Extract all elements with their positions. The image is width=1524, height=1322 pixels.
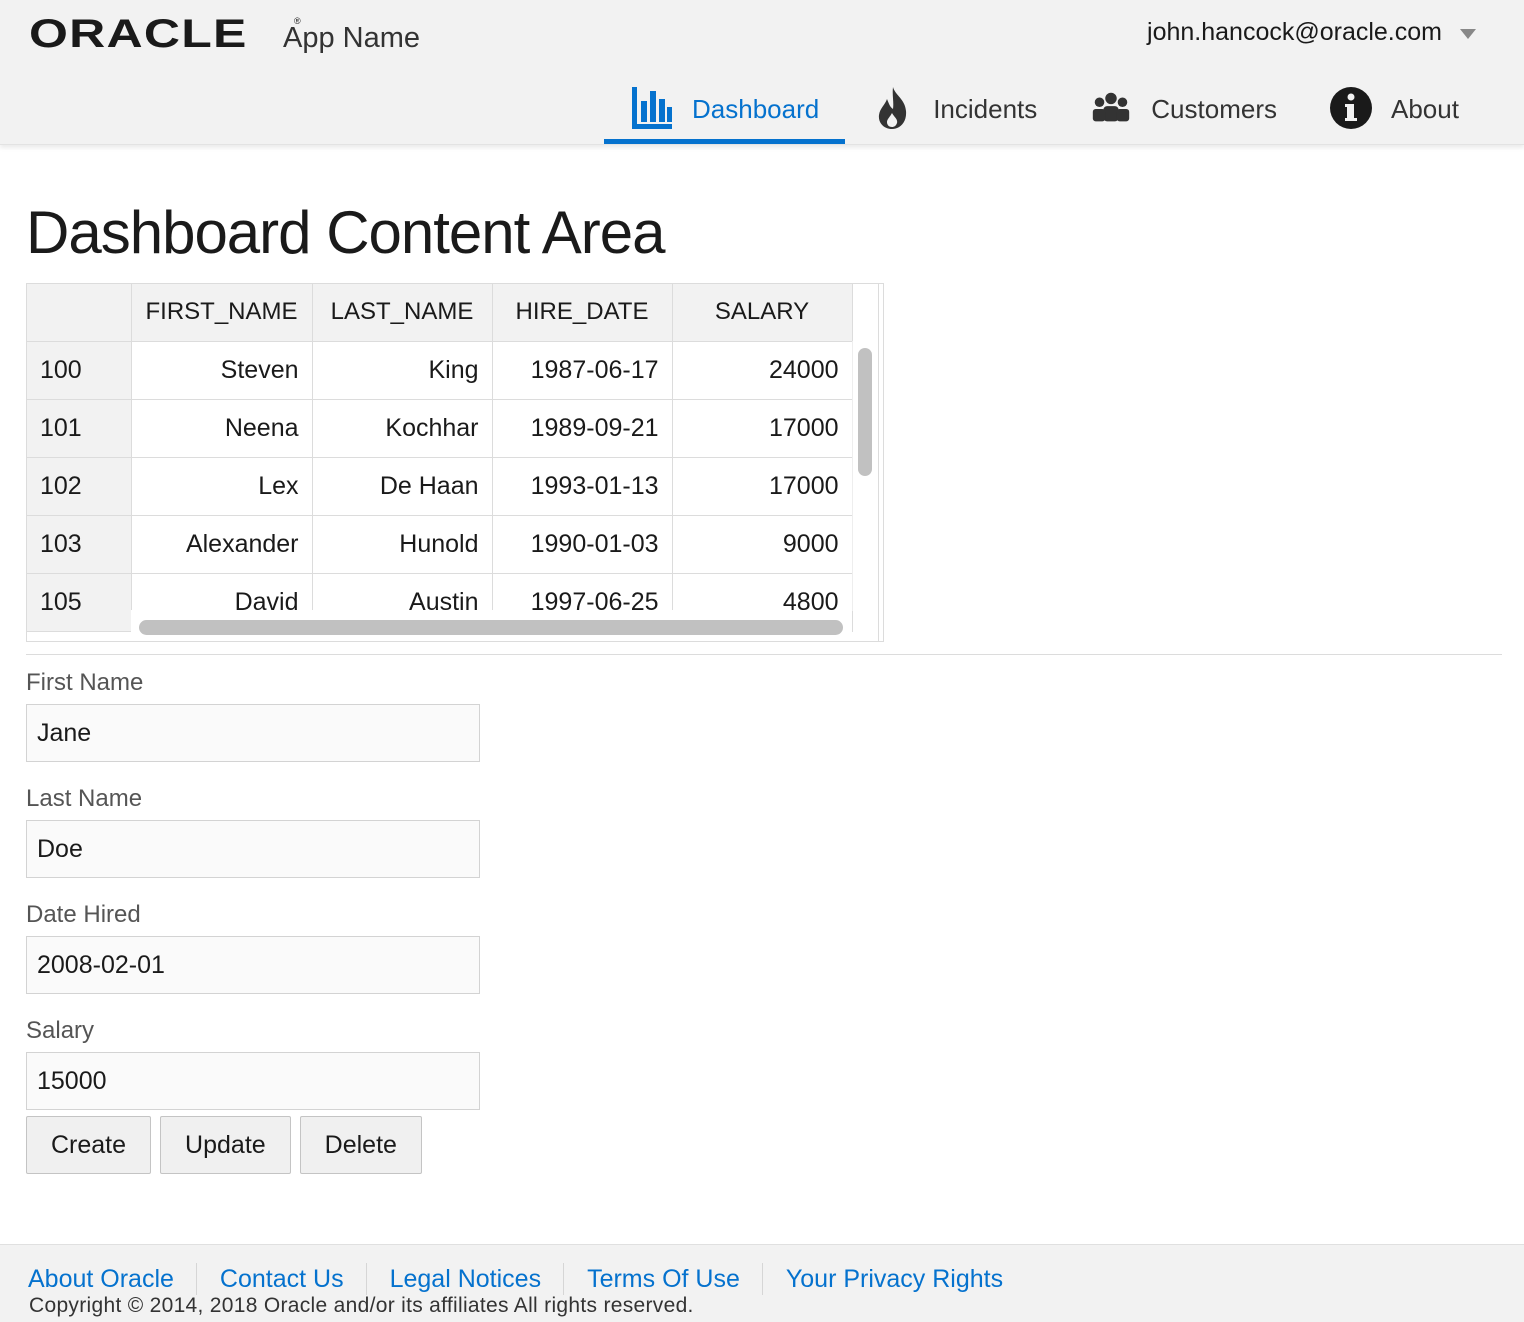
employees-table-body: FIRST_NAME LAST_NAME HIRE_DATE SALARY 10… <box>27 284 853 632</box>
nav-item-customers[interactable]: Customers <box>1063 80 1303 144</box>
nav-label-incidents: Incidents <box>933 94 1038 124</box>
cell-salary[interactable]: 17000 <box>672 457 853 516</box>
nav-label-dashboard: Dashboard <box>692 94 820 124</box>
create-button[interactable]: Create <box>26 1116 152 1174</box>
app-footer: About Oracle Contact Us Legal Notices Te… <box>0 1244 1524 1322</box>
first-name-label: First Name <box>26 669 144 696</box>
cell-first-name[interactable]: Alexander <box>131 515 313 574</box>
cell-last-name[interactable]: Kochhar <box>312 399 493 458</box>
corner-header <box>27 284 132 342</box>
oracle-logo[interactable]: ORACLE ® <box>29 14 301 54</box>
footer-link-legal-notices[interactable]: Legal Notices <box>390 1263 565 1295</box>
fire-icon <box>871 86 915 130</box>
nav-item-dashboard[interactable]: Dashboard <box>604 80 846 144</box>
table-header-row: FIRST_NAME LAST_NAME HIRE_DATE SALARY <box>27 284 853 342</box>
footer-link-privacy-rights[interactable]: Your Privacy Rights <box>786 1263 1025 1295</box>
salary-label: Salary <box>26 1017 95 1044</box>
column-header-last-name[interactable]: LAST_NAME <box>312 284 493 342</box>
info-icon <box>1329 86 1373 130</box>
cell-salary[interactable]: 9000 <box>672 515 853 574</box>
copyright-text: Copyright © 2014, 2018 Oracle and/or its… <box>29 1294 694 1317</box>
footer-links: About Oracle Contact Us Legal Notices Te… <box>28 1263 1048 1295</box>
logo-text: ORACLE <box>29 12 248 56</box>
last-name-field[interactable] <box>26 820 480 878</box>
footer-link-terms-of-use[interactable]: Terms Of Use <box>587 1263 763 1295</box>
cell-first-name[interactable]: Lex <box>131 457 313 516</box>
nav-label-about: About <box>1390 94 1459 124</box>
section-divider <box>26 654 1502 655</box>
page-title: Dashboard Content Area <box>26 199 665 266</box>
table-row[interactable]: 102 Lex De Haan 1993-01-13 17000 <box>27 457 853 516</box>
footer-link-contact-us[interactable]: Contact Us <box>220 1263 367 1295</box>
table-right-edge <box>878 284 883 641</box>
cell-hire-date[interactable]: 1993-01-13 <box>492 457 673 516</box>
row-header[interactable]: 101 <box>27 399 132 458</box>
footer-link-about-oracle[interactable]: About Oracle <box>28 1263 197 1295</box>
date-hired-label: Date Hired <box>26 901 141 928</box>
row-header[interactable]: 100 <box>27 341 132 400</box>
row-header[interactable]: 102 <box>27 457 132 516</box>
caret-down-icon[interactable] <box>1460 28 1476 39</box>
employee-form: First Name Last Name Date Hired Salary <box>26 668 482 1132</box>
delete-button[interactable]: Delete <box>299 1116 422 1174</box>
cell-hire-date[interactable]: 1990-01-03 <box>492 515 673 574</box>
horizontal-scrollbar-thumb[interactable] <box>139 620 843 635</box>
cell-last-name[interactable]: Hunold <box>312 515 493 574</box>
column-header-hire-date[interactable]: HIRE_DATE <box>492 284 673 342</box>
row-header[interactable]: 103 <box>27 515 132 574</box>
cell-salary[interactable]: 24000 <box>672 341 853 400</box>
cell-first-name[interactable]: Steven <box>131 341 313 400</box>
column-header-first-name[interactable]: FIRST_NAME <box>131 284 313 342</box>
user-email[interactable]: john.hancock@oracle.com <box>1147 18 1442 47</box>
update-button[interactable]: Update <box>160 1116 291 1174</box>
table-row[interactable]: 103 Alexander Hunold 1990-01-03 9000 <box>27 515 853 574</box>
vertical-scrollbar-thumb[interactable] <box>858 348 872 476</box>
row-header[interactable]: 105 <box>27 573 132 632</box>
people-icon <box>1089 86 1133 130</box>
salary-field[interactable] <box>26 1052 480 1110</box>
nav-label-customers: Customers <box>1151 94 1277 124</box>
app-header: ORACLE ® App Name john.hancock@oracle.co… <box>0 0 1524 145</box>
table-row[interactable]: 101 Neena Kochhar 1989-09-21 17000 <box>27 399 853 458</box>
last-name-label: Last Name <box>26 785 143 812</box>
column-header-salary[interactable]: SALARY <box>672 284 853 342</box>
table-row[interactable]: 100 Steven King 1987-06-17 24000 <box>27 341 853 400</box>
cell-hire-date[interactable]: 1987-06-17 <box>492 341 673 400</box>
user-menu[interactable]: john.hancock@oracle.com <box>1147 18 1476 47</box>
nav-item-about[interactable]: About <box>1303 80 1485 144</box>
cell-salary[interactable]: 17000 <box>672 399 853 458</box>
first-name-field[interactable] <box>26 704 480 762</box>
cell-last-name[interactable]: De Haan <box>312 457 493 516</box>
cell-last-name[interactable]: King <box>312 341 493 400</box>
form-actions: Create Update Delete <box>26 1116 431 1174</box>
cell-first-name[interactable]: Neena <box>131 399 313 458</box>
cell-hire-date[interactable]: 1989-09-21 <box>492 399 673 458</box>
employees-table[interactable]: FIRST_NAME LAST_NAME HIRE_DATE SALARY 10… <box>26 283 884 642</box>
date-hired-field[interactable] <box>26 936 480 994</box>
bar-chart-icon <box>630 86 674 130</box>
nav-item-incidents[interactable]: Incidents <box>845 80 1063 144</box>
main-navigation: Dashboard Incidents Customers About <box>604 80 1485 144</box>
app-name: App Name <box>283 22 421 54</box>
